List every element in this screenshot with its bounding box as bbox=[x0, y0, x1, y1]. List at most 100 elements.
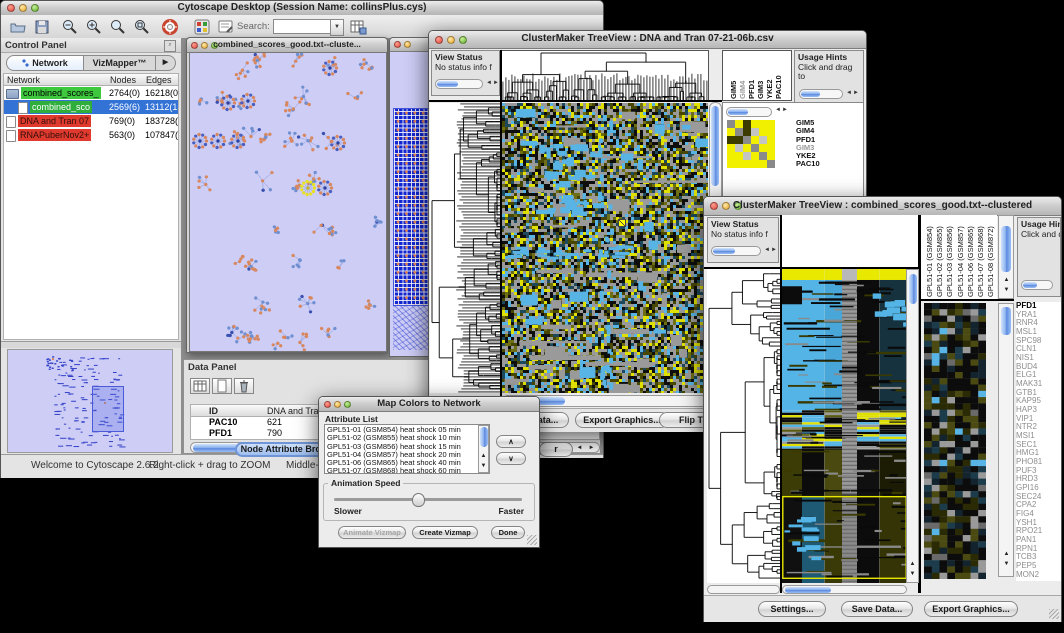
dialog-button-animate-vizmap[interactable]: Animate Vizmap bbox=[338, 526, 406, 539]
heatmap-cell[interactable] bbox=[767, 144, 775, 152]
attribute-list-item[interactable]: GPL51-01 (GSM854) heat shock 05 min bbox=[327, 426, 487, 434]
heatmap-cell[interactable] bbox=[743, 136, 751, 144]
scrollbar-thumb[interactable] bbox=[785, 587, 831, 593]
tab-network[interactable]: Network bbox=[6, 55, 84, 71]
heatmap-cell[interactable] bbox=[735, 120, 743, 128]
search-dropdown-arrow-icon[interactable]: ▼ bbox=[330, 19, 344, 36]
new-attribute-icon[interactable] bbox=[212, 378, 232, 394]
tv1-global-heatmap[interactable] bbox=[502, 103, 708, 393]
dialog-titlebar[interactable]: Map Colors to Network bbox=[319, 397, 539, 412]
tv2-heatmap-hscrollbar[interactable] bbox=[782, 585, 907, 594]
scrollbar-thumb[interactable] bbox=[1001, 307, 1011, 335]
tv2-button-export-graphics-[interactable]: Export Graphics... bbox=[924, 601, 1018, 617]
tv2-column-dendrogram-panel[interactable] bbox=[782, 215, 918, 267]
scroll-down-icon[interactable]: ▼ bbox=[1001, 286, 1012, 294]
heatmap-cell[interactable] bbox=[743, 128, 751, 136]
heatmap-cell[interactable] bbox=[735, 144, 743, 152]
tv1-zoom-heatmap[interactable] bbox=[727, 120, 775, 168]
scroll-left-icon[interactable]: ◄ bbox=[764, 246, 770, 256]
tv2-zoom-heatmap[interactable] bbox=[924, 303, 986, 579]
scrollbar-thumb[interactable] bbox=[711, 106, 719, 186]
open-folder-icon[interactable] bbox=[9, 18, 27, 36]
heatmap-cell[interactable] bbox=[751, 152, 759, 160]
scroll-up-icon[interactable]: ▲ bbox=[907, 560, 918, 568]
usage-hints-scrollbar[interactable] bbox=[799, 89, 843, 99]
scrollbar-thumb[interactable] bbox=[909, 274, 917, 304]
scroll-left-icon[interactable]: ◄ bbox=[846, 89, 852, 99]
attribute-list-item[interactable]: GPL51-02 (GSM855) heat shock 10 min bbox=[327, 434, 487, 442]
network-list-item[interactable]: DNA and Tran 07769(0)183728(0) bbox=[4, 114, 178, 128]
network-view-titlebar[interactable]: combined_scores_good.txt--cluste... bbox=[187, 38, 387, 53]
tv2-button-settings-[interactable]: Settings... bbox=[758, 601, 826, 617]
heatmap-cell[interactable] bbox=[743, 144, 751, 152]
heatmap-cell[interactable] bbox=[767, 136, 775, 144]
tv1-button-export-graphics-[interactable]: Export Graphics... bbox=[575, 412, 669, 428]
scroll-right-icon[interactable]: ► bbox=[586, 444, 597, 452]
network-list-item[interactable]: combined_scores_2764(0)16218(0) bbox=[4, 86, 178, 100]
heatmap-cell[interactable] bbox=[751, 144, 759, 152]
attribute-list-item[interactable]: GPL51-06 (GSM865) heat shock 40 min bbox=[327, 459, 487, 467]
heatmap-cell[interactable] bbox=[751, 120, 759, 128]
network-canvas[interactable] bbox=[189, 52, 387, 352]
heatmap-cell[interactable] bbox=[735, 152, 743, 160]
attribute-list[interactable]: GPL51-01 (GSM854) heat shock 05 minGPL51… bbox=[324, 424, 490, 474]
vizmapper-palette-icon[interactable] bbox=[193, 18, 211, 36]
tv2-global-heatmap[interactable] bbox=[782, 269, 907, 583]
attribute-list-item[interactable]: GPL51-07 (GSM868) heat shock 60 min bbox=[327, 467, 487, 474]
column-header-id[interactable]: ID bbox=[209, 406, 218, 416]
heatmap-cell[interactable] bbox=[767, 128, 775, 136]
heatmap-cell[interactable] bbox=[759, 120, 767, 128]
tv1-zoom-hscrollbar[interactable] bbox=[726, 107, 772, 117]
tv2-button-save-data-[interactable]: Save Data... bbox=[841, 601, 913, 617]
scrollbar-thumb[interactable] bbox=[1001, 226, 1011, 272]
heatmap-cell[interactable] bbox=[759, 144, 767, 152]
tv1-column-labels-panel[interactable]: GIM5GIM4PFD1GIM3YKE2PAC10 bbox=[722, 50, 792, 101]
zoom-fit-icon[interactable] bbox=[109, 18, 127, 36]
search-input[interactable] bbox=[273, 19, 331, 34]
scroll-down-icon[interactable]: ▼ bbox=[907, 570, 918, 578]
resize-grip[interactable] bbox=[1049, 609, 1059, 619]
help-lifebuoy-icon[interactable] bbox=[161, 18, 179, 36]
heatmap-cell[interactable] bbox=[735, 128, 743, 136]
column-header-nodes[interactable]: Nodes bbox=[110, 75, 136, 85]
scroll-down-icon[interactable]: ▼ bbox=[1001, 560, 1012, 568]
heatmap-cell[interactable] bbox=[727, 144, 735, 152]
minimize-button[interactable] bbox=[404, 41, 411, 48]
overview-splitter[interactable] bbox=[1, 341, 181, 348]
tab-overflow-arrow-icon[interactable]: ▶ bbox=[156, 55, 176, 71]
close-button[interactable] bbox=[394, 41, 401, 48]
speed-slider-thumb[interactable] bbox=[412, 493, 425, 507]
dialog-button-create-vizmap[interactable]: Create Vizmap bbox=[412, 526, 478, 539]
heatmap-cell[interactable] bbox=[767, 152, 775, 160]
main-titlebar[interactable]: Cytoscape Desktop (Session Name: collins… bbox=[1, 1, 603, 16]
scroll-left-icon[interactable]: ◄ bbox=[775, 107, 781, 113]
import-table-icon[interactable] bbox=[349, 18, 367, 36]
zoom-in-icon[interactable] bbox=[85, 18, 103, 36]
heatmap-cell[interactable] bbox=[759, 128, 767, 136]
network-list-item[interactable]: combined_sco2569(6)13112(15) bbox=[4, 100, 178, 114]
move-up-button[interactable]: ∧ bbox=[496, 435, 526, 448]
tv2-collabel-vscrollbar[interactable]: ▲ ▼ bbox=[998, 215, 1014, 299]
heatmap-cell[interactable] bbox=[727, 128, 735, 136]
heatmap-cell[interactable] bbox=[751, 160, 759, 168]
heatmap-cell[interactable] bbox=[727, 136, 735, 144]
scroll-up-icon[interactable]: ▲ bbox=[478, 452, 489, 460]
scroll-right-icon[interactable]: ► bbox=[771, 246, 777, 256]
heatmap-cell[interactable] bbox=[751, 136, 759, 144]
heatmap-cell[interactable] bbox=[727, 120, 735, 128]
heatmap-cell[interactable] bbox=[727, 152, 735, 160]
usage-hints-scrollbar[interactable] bbox=[1021, 280, 1053, 290]
tv1-column-dendrogram-panel[interactable] bbox=[501, 50, 709, 101]
treeview2-titlebar[interactable]: ClusterMaker TreeView : combined_scores_… bbox=[704, 197, 1061, 216]
heatmap-cell[interactable] bbox=[767, 120, 775, 128]
annotation-icon[interactable] bbox=[217, 18, 235, 36]
scroll-up-icon[interactable]: ▲ bbox=[1001, 276, 1012, 284]
treeview1-titlebar[interactable]: ClusterMaker TreeView : DNA and Tran 07-… bbox=[429, 31, 866, 49]
tv2-column-labels-panel[interactable]: GPL51-01 (GSM854)GPL51-02 (GSM855)GPL51-… bbox=[921, 215, 997, 299]
column-header-edges[interactable]: Edges bbox=[146, 75, 172, 85]
heatmap-cell[interactable] bbox=[743, 152, 751, 160]
heatmap-cell[interactable] bbox=[759, 152, 767, 160]
scroll-left-icon[interactable]: ◄ bbox=[574, 444, 585, 452]
heatmap-cell[interactable] bbox=[759, 136, 767, 144]
network-list-item[interactable]: RNAPuberNov2+563(0)107847(0) bbox=[4, 128, 178, 142]
